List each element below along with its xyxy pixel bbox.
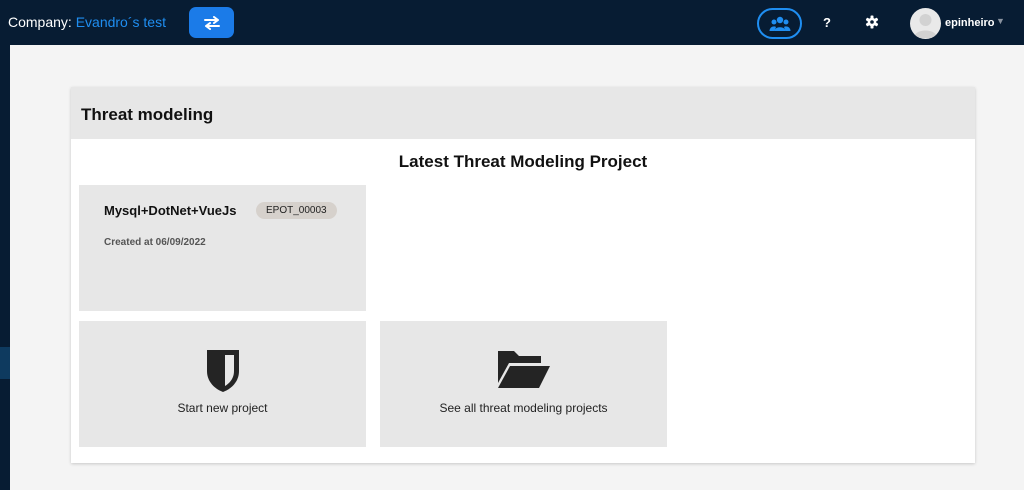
project-code-badge: EPOT_00003	[256, 202, 337, 219]
switch-company-button[interactable]	[189, 7, 234, 38]
company-indicator: Company: Evandro´s test	[8, 14, 166, 30]
latest-project-tile[interactable]: Mysql+DotNet+VueJs EPOT_00003 Created at…	[79, 185, 366, 311]
start-new-project-button[interactable]: Start new project	[79, 321, 366, 447]
section-title: Latest Threat Modeling Project	[398, 152, 648, 171]
sidebar-active-marker[interactable]	[0, 347, 10, 379]
chevron-down-icon[interactable]: ▼	[996, 16, 1005, 26]
username-label[interactable]: epinheiro	[945, 17, 995, 29]
see-all-projects-label: See all threat modeling projects	[439, 401, 608, 415]
user-avatar[interactable]	[910, 8, 941, 39]
shield-icon	[206, 350, 239, 392]
card-header: Threat modeling	[71, 87, 975, 139]
swap-arrows-icon	[203, 15, 220, 30]
page-title: Threat modeling	[81, 105, 214, 124]
company-label: Company:	[8, 14, 72, 30]
help-button[interactable]: ?	[823, 15, 831, 30]
start-new-project-label: Start new project	[177, 401, 268, 415]
project-name: Mysql+DotNet+VueJs	[104, 203, 237, 218]
top-navigation-bar: Company: Evandro´s test ? epinheiro ▼	[0, 0, 1024, 45]
user-icon	[914, 14, 937, 38]
team-button[interactable]	[757, 8, 802, 39]
company-name[interactable]: Evandro´s test	[76, 14, 166, 30]
project-created-date: Created at 06/09/2022	[104, 237, 206, 248]
see-all-projects-button[interactable]: See all threat modeling projects	[380, 321, 667, 447]
users-icon	[769, 16, 790, 31]
threat-modeling-card: Threat modeling Latest Threat Modeling P…	[71, 87, 975, 463]
folder-open-icon	[497, 351, 550, 388]
gear-icon[interactable]	[865, 15, 879, 29]
left-sidebar	[0, 45, 10, 490]
